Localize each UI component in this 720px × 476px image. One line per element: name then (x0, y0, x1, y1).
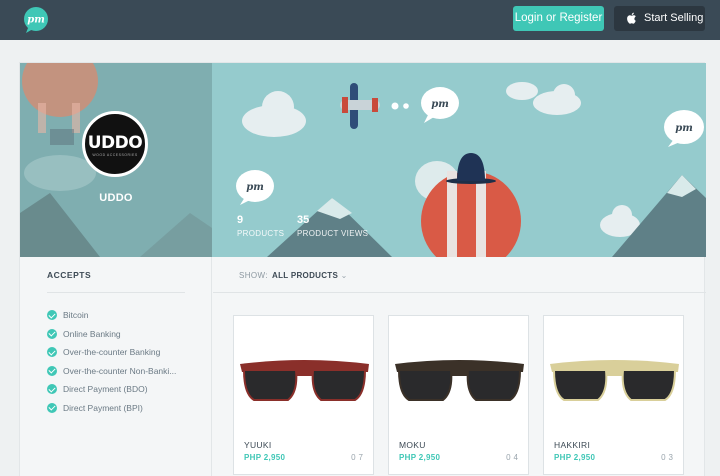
products-label: PRODUCTS (237, 229, 285, 238)
comment-count: 4 (513, 453, 518, 462)
accept-item-label: Online Banking (63, 328, 121, 339)
banner-illustration: pm pm pm (236, 82, 706, 257)
lens (397, 369, 453, 401)
like-count: 0 (661, 453, 666, 462)
product-stats: 0 3 (661, 453, 673, 462)
top-nav-bar: pm Login or Register Start Selling (0, 0, 720, 40)
check-icon (47, 384, 57, 395)
apple-icon (627, 12, 636, 24)
product-card[interactable]: YUUKI PHP 2,950 0 7 (233, 315, 374, 475)
product-views-stat[interactable]: 35 PRODUCT VIEWS (297, 214, 368, 238)
login-register-button[interactable]: Login or Register (513, 6, 604, 31)
product-name: YUUKI (244, 440, 272, 450)
lens (242, 369, 298, 401)
check-icon (47, 365, 57, 376)
accept-item: Direct Payment (BPI) (47, 399, 176, 418)
accept-item-label: Over-the-counter Banking (63, 347, 161, 358)
lens (311, 369, 367, 401)
filter-bar: SHOW: ALL PRODUCTS ⌄ (213, 257, 706, 293)
product-name: MOKU (399, 440, 426, 450)
start-selling-label: Start Selling (644, 12, 704, 24)
store-profile-panel: UDDO WOOD ACCESSORIES UDDO (20, 63, 212, 257)
lens (621, 369, 677, 401)
sunglasses-image (240, 360, 369, 401)
products-stat[interactable]: 9 PRODUCTS (237, 214, 284, 238)
views-label: PRODUCT VIEWS (297, 229, 369, 238)
svg-text:pm: pm (675, 123, 693, 134)
product-price: PHP 2,950 (554, 453, 596, 462)
accept-item: Online Banking (47, 325, 176, 344)
avatar-logo-subtext: WOOD ACCESSORIES (92, 153, 138, 157)
bridge (606, 370, 623, 376)
comment-count: 7 (358, 453, 363, 462)
like-count: 0 (506, 453, 511, 462)
comment-count: 3 (668, 453, 673, 462)
views-count: 35 (297, 214, 310, 226)
show-label: SHOW: (239, 271, 268, 280)
sunglasses-image (395, 360, 524, 401)
start-selling-button[interactable]: Start Selling (614, 6, 705, 31)
check-icon (47, 310, 57, 321)
svg-text:pm: pm (246, 182, 264, 193)
accept-item: Direct Payment (BDO) (47, 380, 176, 399)
product-card[interactable]: MOKU PHP 2,950 0 4 (388, 315, 529, 475)
product-stats: 0 4 (506, 453, 518, 462)
svg-text:pm: pm (431, 99, 449, 110)
chevron-down-icon: ⌄ (340, 271, 348, 280)
check-icon (47, 347, 57, 358)
product-price: PHP 2,950 (399, 453, 441, 462)
accepts-sidebar: ACCEPTS Bitcoin Online Banking Over-the-… (20, 257, 212, 476)
accept-item-label: Over-the-counter Non-Banki... (63, 365, 177, 376)
bridge (296, 370, 313, 376)
avatar-logo-text: UDDO (87, 133, 143, 153)
divider (47, 292, 185, 293)
product-card[interactable]: HAKKIRI PHP 2,950 0 3 (543, 315, 684, 475)
accept-item-label: Direct Payment (BDO) (63, 384, 148, 395)
product-name: HAKKIRI (554, 440, 591, 450)
bridge (451, 370, 468, 376)
accept-item: Over-the-counter Non-Banki... (47, 362, 176, 381)
accept-item-label: Direct Payment (BPI) (63, 402, 143, 413)
product-stats: 0 7 (351, 453, 363, 462)
accept-item: Bitcoin (47, 306, 176, 325)
store-banner: pm pm pm 9 PRODUCTS 35 PRODUCT VIEWS (212, 63, 706, 257)
accepts-list: Bitcoin Online Banking Over-the-counter … (47, 306, 176, 417)
accept-item: Over-the-counter Banking (47, 343, 176, 362)
accepts-title: ACCEPTS (47, 270, 92, 280)
like-count: 0 (351, 453, 356, 462)
sunglasses-image (550, 360, 679, 401)
product-price: PHP 2,950 (244, 453, 286, 462)
show-filter-dropdown[interactable]: ALL PRODUCTS ⌄ (272, 271, 348, 280)
store-name: UDDO (99, 192, 133, 204)
lens (552, 369, 608, 401)
store-card: UDDO WOOD ACCESSORIES UDDO pm pm pm 9 PR… (19, 62, 706, 476)
show-filter-value: ALL PRODUCTS (272, 271, 339, 280)
svg-text:pm: pm (27, 15, 45, 26)
check-icon (47, 328, 57, 339)
pm-logo-icon[interactable]: pm (22, 6, 50, 34)
check-icon (47, 402, 57, 413)
accept-item-label: Bitcoin (63, 310, 89, 321)
products-count: 9 (237, 214, 244, 226)
store-avatar[interactable]: UDDO WOOD ACCESSORIES (82, 111, 148, 177)
lens (466, 369, 522, 401)
